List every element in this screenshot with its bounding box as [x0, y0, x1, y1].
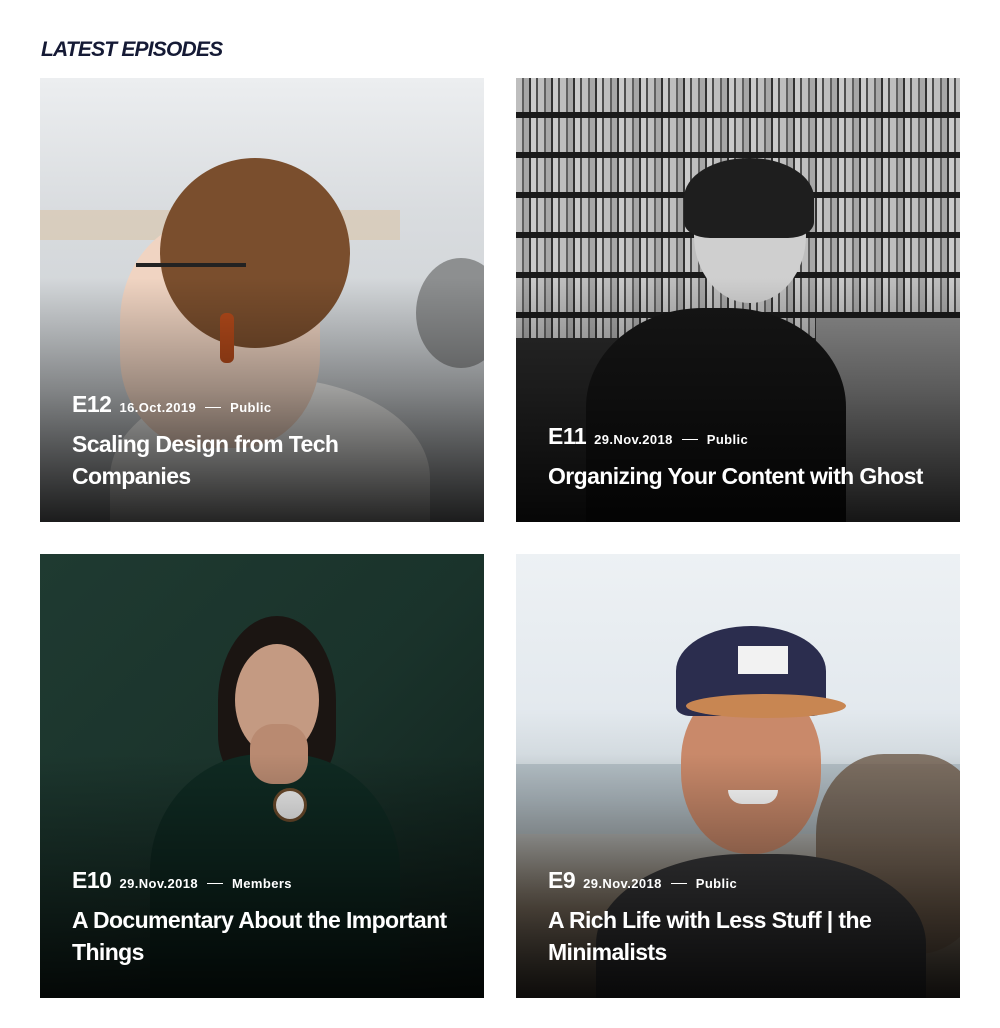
episode-number: E11 — [548, 423, 587, 449]
episode-access: Public — [706, 432, 749, 447]
episode-info: E11 29.Nov.2018 Public Organizing Your C… — [548, 423, 928, 492]
meta-divider — [670, 883, 687, 884]
episode-meta: E11 29.Nov.2018 Public — [548, 423, 928, 450]
episode-date: 16.Oct.2019 — [119, 400, 197, 415]
episode-meta: E12 16.Oct.2019 Public — [72, 391, 452, 418]
episode-card[interactable]: E9 29.Nov.2018 Public A Rich Life with L… — [516, 554, 960, 998]
episode-access: Public — [695, 876, 738, 891]
episode-grid: E12 16.Oct.2019 Public Scaling Design fr… — [40, 78, 960, 998]
episode-number: E10 — [72, 867, 112, 893]
episode-card[interactable]: E10 29.Nov.2018 Members A Documentary Ab… — [40, 554, 484, 998]
episode-number: E9 — [548, 867, 576, 893]
episode-date: 29.Nov.2018 — [119, 876, 199, 891]
episode-access: Members — [232, 876, 292, 891]
episode-title[interactable]: Scaling Design from Tech Companies — [72, 428, 452, 492]
episode-card[interactable]: E12 16.Oct.2019 Public Scaling Design fr… — [40, 78, 484, 522]
meta-divider — [205, 407, 222, 408]
episode-meta: E9 29.Nov.2018 Public — [548, 867, 928, 894]
episode-title[interactable]: A Documentary About the Important Things — [72, 904, 452, 968]
section-title: LATEST EPISODES — [41, 38, 223, 61]
episode-title[interactable]: A Rich Life with Less Stuff | the Minima… — [548, 904, 928, 968]
episode-access: Public — [230, 400, 272, 415]
episode-meta: E10 29.Nov.2018 Members — [72, 867, 452, 894]
episode-number: E12 — [72, 391, 112, 417]
episode-info: E10 29.Nov.2018 Members A Documentary Ab… — [72, 867, 452, 968]
episode-info: E12 16.Oct.2019 Public Scaling Design fr… — [72, 391, 452, 492]
meta-divider — [207, 883, 224, 884]
episode-card[interactable]: E11 29.Nov.2018 Public Organizing Your C… — [516, 78, 960, 522]
meta-divider — [681, 439, 698, 440]
episode-date: 29.Nov.2018 — [583, 876, 662, 891]
episode-date: 29.Nov.2018 — [594, 432, 673, 447]
episode-info: E9 29.Nov.2018 Public A Rich Life with L… — [548, 867, 928, 968]
episode-title[interactable]: Organizing Your Content with Ghost — [548, 460, 928, 492]
